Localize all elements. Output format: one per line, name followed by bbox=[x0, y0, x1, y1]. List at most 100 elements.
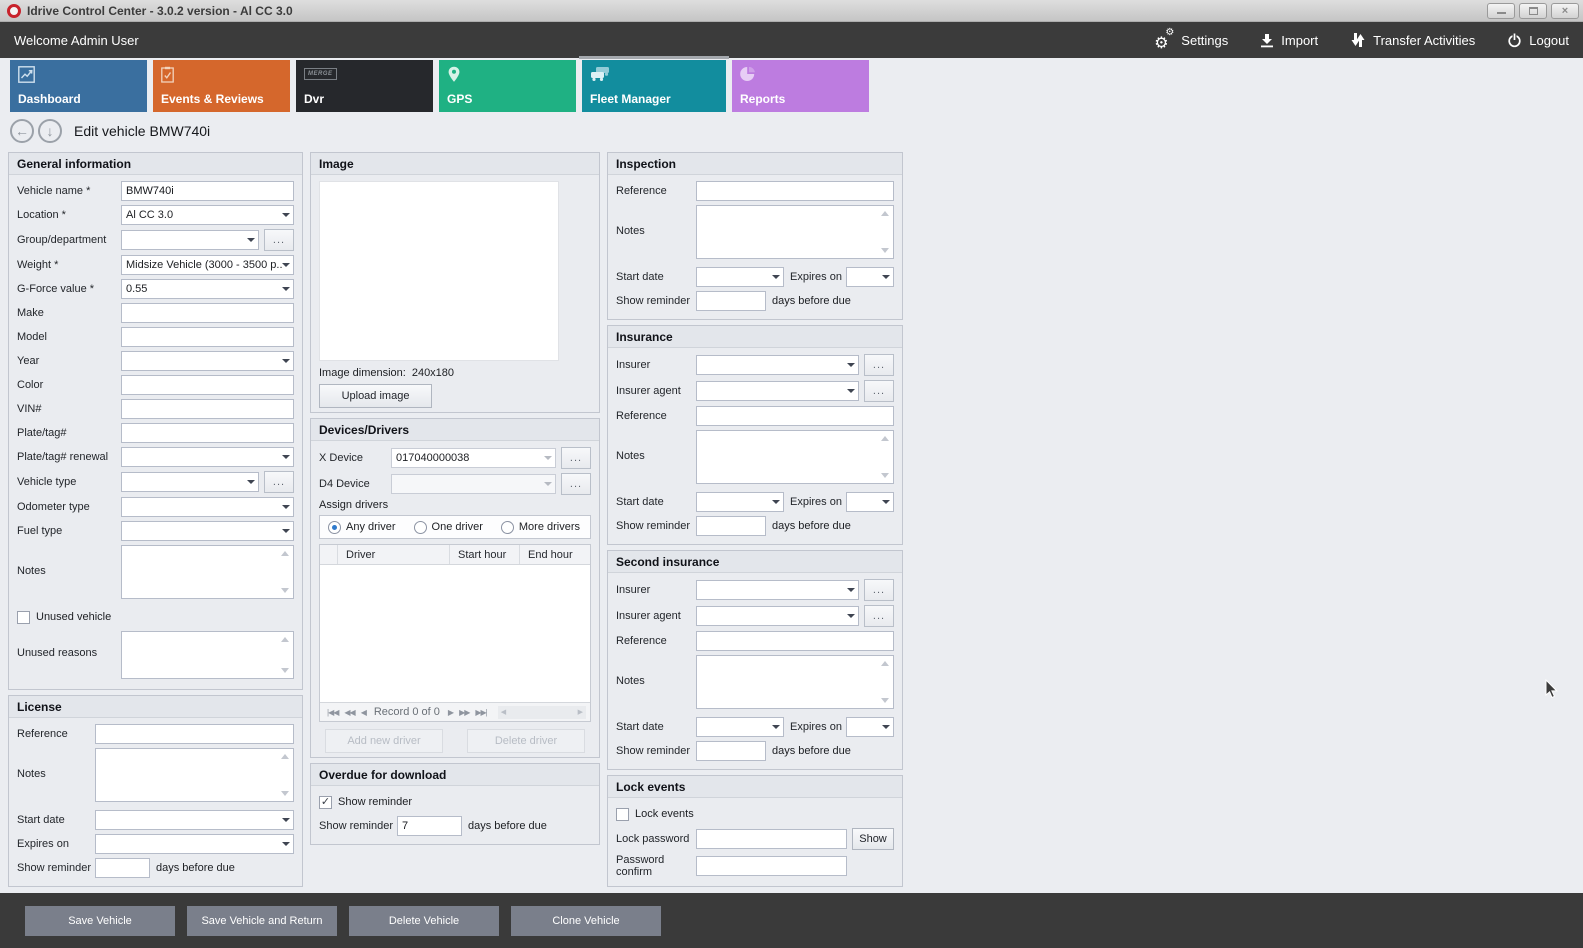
d4-device-select[interactable] bbox=[391, 474, 556, 494]
back-button[interactable]: ← bbox=[10, 119, 34, 143]
second-insurance-notes-textarea[interactable] bbox=[696, 655, 894, 709]
license-notes-textarea[interactable] bbox=[95, 748, 294, 802]
clone-vehicle-button[interactable]: Clone Vehicle bbox=[511, 906, 661, 936]
overdue-reminder-input[interactable] bbox=[397, 816, 462, 836]
scroll-up-icon bbox=[281, 754, 289, 759]
inspection-notes-textarea[interactable] bbox=[696, 205, 894, 259]
color-input[interactable] bbox=[121, 375, 294, 395]
record-prev-button[interactable]: ◀ bbox=[361, 708, 366, 717]
license-start-date-select[interactable] bbox=[95, 810, 294, 830]
save-vehicle-button[interactable]: Save Vehicle bbox=[25, 906, 175, 936]
second-insurance-start-date-select[interactable] bbox=[696, 717, 784, 737]
delete-vehicle-button[interactable]: Delete Vehicle bbox=[349, 906, 499, 936]
gforce-select[interactable]: 0.55 bbox=[121, 279, 294, 299]
vehicle-type-select[interactable] bbox=[121, 472, 259, 492]
inspection-expires-select[interactable] bbox=[846, 267, 894, 287]
insurance-notes-textarea[interactable] bbox=[696, 430, 894, 484]
import-button[interactable]: Import bbox=[1260, 33, 1318, 48]
plate-tag-input[interactable] bbox=[121, 423, 294, 443]
chart-icon bbox=[18, 66, 35, 83]
assign-drivers-label: Assign drivers bbox=[319, 499, 591, 511]
record-next-button[interactable]: ▶ bbox=[448, 708, 453, 717]
vin-input[interactable] bbox=[121, 399, 294, 419]
license-reference-input[interactable] bbox=[95, 724, 294, 744]
radio-more-drivers[interactable]: More drivers bbox=[501, 521, 580, 534]
license-expires-select[interactable] bbox=[95, 834, 294, 854]
maximize-button[interactable] bbox=[1519, 3, 1547, 19]
inspection-start-date-select[interactable] bbox=[696, 267, 784, 287]
group-department-select[interactable] bbox=[121, 230, 259, 250]
lock-password-input[interactable] bbox=[696, 829, 847, 849]
inspection-reference-input[interactable] bbox=[696, 181, 894, 201]
record-next-page-button[interactable]: ▶▶ bbox=[459, 708, 469, 717]
general-notes-textarea[interactable] bbox=[121, 545, 294, 599]
insurance-insurer-browse-button[interactable]: ... bbox=[864, 354, 894, 376]
tab-dvr[interactable]: MERGE Dvr bbox=[296, 60, 433, 112]
insurance-agent-select[interactable] bbox=[696, 381, 859, 401]
scroll-down-button[interactable]: ↓ bbox=[38, 119, 62, 143]
close-button[interactable]: × bbox=[1551, 3, 1579, 19]
unused-vehicle-checkbox[interactable] bbox=[17, 611, 30, 624]
tab-dashboard[interactable]: Dashboard bbox=[10, 60, 147, 112]
vehicle-type-browse-button[interactable]: ... bbox=[264, 471, 294, 493]
plate-renewal-select[interactable] bbox=[121, 447, 294, 467]
logout-button[interactable]: Logout bbox=[1507, 32, 1569, 48]
top-menu-bar: Welcome Admin User ⚙⚙ Settings Import Tr… bbox=[0, 22, 1583, 58]
maximize-icon bbox=[1529, 7, 1538, 15]
drivers-col-driver[interactable]: Driver bbox=[338, 545, 450, 564]
radio-any-driver[interactable]: Any driver bbox=[328, 521, 396, 534]
overdue-show-reminder-checkbox[interactable]: ✓ bbox=[319, 796, 332, 809]
year-select[interactable] bbox=[121, 351, 294, 371]
second-insurance-insurer-select[interactable] bbox=[696, 580, 859, 600]
fuel-type-select[interactable] bbox=[121, 521, 294, 541]
minimize-button[interactable] bbox=[1487, 3, 1515, 19]
make-input[interactable] bbox=[121, 303, 294, 323]
model-input[interactable] bbox=[121, 327, 294, 347]
password-confirm-input[interactable] bbox=[696, 856, 847, 876]
upload-image-button[interactable]: Upload image bbox=[319, 384, 432, 408]
tab-gps[interactable]: GPS bbox=[439, 60, 576, 112]
insurance-reminder-input[interactable] bbox=[696, 516, 766, 536]
record-prev-page-button[interactable]: ◀◀ bbox=[344, 708, 354, 717]
save-vehicle-return-button[interactable]: Save Vehicle and Return bbox=[187, 906, 337, 936]
license-reminder-input[interactable] bbox=[95, 858, 150, 878]
transfer-activities-button[interactable]: Transfer Activities bbox=[1350, 32, 1475, 48]
insurance-expires-select[interactable] bbox=[846, 492, 894, 512]
second-insurance-reference-input[interactable] bbox=[696, 631, 894, 651]
lock-events-checkbox[interactable] bbox=[616, 808, 629, 821]
horizontal-scrollbar[interactable]: ◀ ▶ bbox=[498, 706, 586, 719]
weight-select[interactable]: Midsize Vehicle (3000 - 3500 p... bbox=[121, 255, 294, 275]
insurance-agent-browse-button[interactable]: ... bbox=[864, 380, 894, 402]
insurance-insurer-select[interactable] bbox=[696, 355, 859, 375]
tab-reports[interactable]: Reports bbox=[732, 60, 869, 112]
second-insurance-reminder-input[interactable] bbox=[696, 741, 766, 761]
drivers-col-end-hour[interactable]: End hour bbox=[520, 545, 590, 564]
group-department-browse-button[interactable]: ... bbox=[264, 229, 294, 251]
x-device-browse-button[interactable]: ... bbox=[561, 447, 591, 469]
second-insurance-agent-browse-button[interactable]: ... bbox=[864, 605, 894, 627]
show-password-button[interactable]: Show bbox=[852, 828, 894, 850]
x-device-select[interactable]: 017040000038 bbox=[391, 448, 556, 468]
record-last-button[interactable]: ▶▶| bbox=[475, 708, 486, 717]
odometer-type-select[interactable] bbox=[121, 497, 294, 517]
inspection-reminder-input[interactable] bbox=[696, 291, 766, 311]
add-new-driver-button[interactable]: Add new driver bbox=[325, 729, 443, 753]
second-insurance-agent-select[interactable] bbox=[696, 606, 859, 626]
unused-reasons-textarea[interactable] bbox=[121, 631, 294, 679]
second-insurance-insurer-browse-button[interactable]: ... bbox=[864, 579, 894, 601]
record-first-button[interactable]: |◀◀ bbox=[327, 708, 338, 717]
location-select[interactable]: Al CC 3.0 bbox=[121, 205, 294, 225]
insurance-reference-input[interactable] bbox=[696, 406, 894, 426]
radio-one-driver[interactable]: One driver bbox=[414, 521, 483, 534]
license-panel: License Reference Notes Start date Expir… bbox=[8, 695, 303, 887]
insurance-start-date-select[interactable] bbox=[696, 492, 784, 512]
d4-device-browse-button[interactable]: ... bbox=[561, 473, 591, 495]
tab-fleet-manager[interactable]: Fleet Manager bbox=[582, 60, 726, 112]
drivers-col-start-hour[interactable]: Start hour bbox=[450, 545, 520, 564]
delete-driver-button[interactable]: Delete driver bbox=[467, 729, 585, 753]
settings-button[interactable]: ⚙⚙ Settings bbox=[1154, 31, 1228, 49]
second-insurance-expires-select[interactable] bbox=[846, 717, 894, 737]
tab-events-reviews[interactable]: Events & Reviews bbox=[153, 60, 290, 112]
vehicle-name-input[interactable] bbox=[121, 181, 294, 201]
insurance-expires-label: Expires on bbox=[790, 496, 842, 508]
